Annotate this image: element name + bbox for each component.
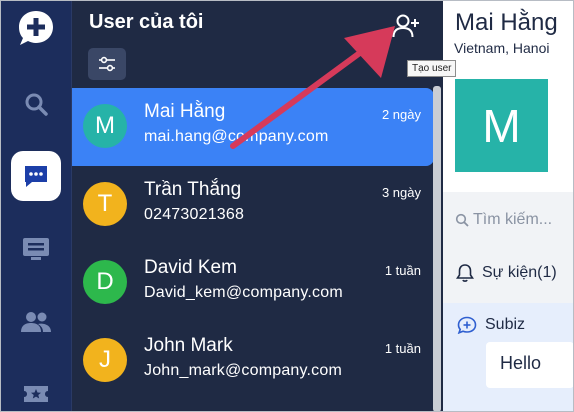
add-user-button[interactable]: [390, 10, 422, 42]
list-scrollbar[interactable]: [433, 86, 441, 412]
list-item[interactable]: J John Mark John_mark@company.com 1 tuần: [72, 322, 434, 400]
list-item[interactable]: M Mai Hằng mai.hang@company.com 2 ngày: [72, 88, 434, 166]
users-icon[interactable]: [0, 296, 72, 348]
channel-name: Subiz: [485, 316, 526, 333]
user-name: John Mark: [144, 335, 233, 356]
user-contact: 02473021368: [144, 206, 245, 223]
bell-icon: [456, 264, 474, 282]
search-icon: [455, 213, 469, 227]
logo-icon[interactable]: [0, 2, 72, 54]
search-placeholder: Tìm kiếm...: [473, 211, 553, 228]
user-name: Trần Thắng: [144, 179, 242, 200]
events-tab[interactable]: Sự kiện(1): [456, 263, 557, 283]
list-title: User của tôi: [89, 11, 204, 33]
user-detail-panel: Mai Hằng Vietnam, Hanoi M Tìm kiếm... Sự…: [443, 0, 574, 412]
events-label: Sự kiện(1): [482, 264, 557, 281]
detail-location: Vietnam, Hanoi: [454, 40, 550, 56]
user-contact: David_kem@company.com: [144, 284, 343, 301]
list-item[interactable]: T Trần Thắng 02473021368 3 ngày: [72, 166, 434, 244]
avatar: M: [83, 104, 127, 148]
avatar: J: [83, 338, 127, 382]
add-user-icon: [392, 14, 419, 38]
add-user-tooltip: Tạo user: [407, 60, 457, 77]
last-active-time: 2 ngày: [381, 107, 421, 122]
last-active-time: 1 tuần: [384, 263, 421, 278]
filter-button[interactable]: [88, 48, 126, 80]
channel-label: Subiz: [457, 316, 525, 334]
ticket-icon[interactable]: [0, 368, 72, 412]
user-name: David Kem: [144, 257, 237, 278]
left-rail: [0, 0, 72, 412]
search-icon[interactable]: [0, 78, 72, 130]
detail-avatar: M: [455, 79, 548, 172]
user-contact: mai.hang@company.com: [144, 128, 329, 145]
detail-header: Mai Hằng Vietnam, Hanoi: [443, 0, 574, 62]
sliders-icon: [99, 56, 115, 72]
message-bubble: Hello: [486, 342, 574, 388]
detail-user-name: Mai Hằng: [455, 9, 558, 36]
user-list-panel: User của tôi M Mai Hằng mai.hang@company…: [72, 0, 443, 412]
list-item[interactable]: D David Kem David_kem@company.com 1 tuần: [72, 244, 434, 322]
user-contact: John_mark@company.com: [144, 362, 342, 379]
user-name: Mai Hằng: [144, 101, 226, 122]
chat-add-icon: [457, 316, 477, 334]
list-icon[interactable]: [0, 222, 72, 274]
last-active-time: 1 tuần: [384, 341, 421, 356]
avatar: T: [83, 182, 127, 226]
chat-icon[interactable]: [0, 150, 72, 202]
search-input[interactable]: Tìm kiếm...: [455, 211, 552, 229]
last-active-time: 3 ngày: [381, 185, 421, 200]
avatar: D: [83, 260, 127, 304]
